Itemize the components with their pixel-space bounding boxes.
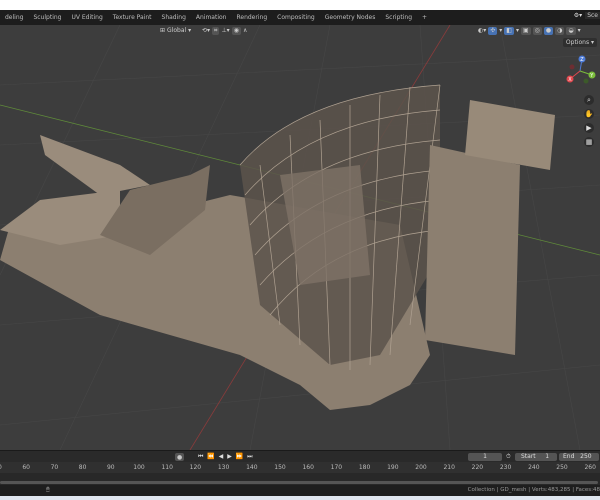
chevron-down-icon: ▾ — [499, 27, 503, 34]
timeline-scrollbar[interactable] — [0, 481, 598, 484]
ruler-tick-label: 220 — [471, 464, 484, 471]
ruler-tick-label: 180 — [358, 464, 371, 471]
ruler-tick-label: 190 — [387, 464, 399, 471]
top-margin — [0, 0, 600, 10]
current-frame-field[interactable]: 1 — [468, 453, 502, 461]
ruler-tick-label: 60 — [22, 464, 31, 471]
ruler-tick-label: 50 — [0, 464, 2, 471]
transform-orientation-dropdown[interactable]: ⊞ Global ▾ — [160, 26, 191, 35]
navigation-gizmo[interactable]: Z Y X — [564, 55, 596, 87]
ruler-tick-label: 160 — [302, 464, 314, 471]
timeline-header: ● ⏮ ⏪ ◀ ▶ ⏩ ⏭ 1 ⏱ Start 1 End 250 — [0, 450, 600, 462]
workspace-tab[interactable]: UV Editing — [66, 14, 107, 21]
start-value: 1 — [545, 453, 550, 460]
ruler-tick-label: 170 — [330, 464, 343, 471]
gizmo-z: Z — [580, 57, 584, 63]
rendered-shading[interactable]: ◒ — [566, 26, 576, 35]
scene-icon: ⚙▾ — [573, 12, 583, 19]
ruler-tick-label: 200 — [415, 464, 427, 471]
ruler-tick-label: 100 — [133, 464, 145, 471]
orientation-label: Global — [167, 27, 187, 34]
start-label: Start — [521, 453, 536, 460]
chevron-down-icon: ▾ — [515, 27, 519, 34]
viewport-header: ⊞ Global ▾ ⟲▾ ⌗ ⊥▾ ◉ ∧ ◐▾ ✣ ▾ ◧ ▾ ▣ ◎ ● ◑ ◒ ▾ — [0, 25, 600, 36]
record-button[interactable]: ● — [175, 453, 185, 461]
ruler-tick-label: 250 — [556, 464, 568, 471]
visibility-icon[interactable]: ◐▾ — [478, 27, 486, 34]
ruler-tick-label: 80 — [78, 464, 87, 471]
chevron-down-icon: ▾ — [577, 27, 581, 34]
airboat-model — [0, 84, 555, 410]
workspace-tab[interactable]: + — [417, 14, 432, 21]
scene-selector[interactable]: ⚙▾ Sce — [574, 12, 600, 19]
end-value: 250 — [580, 453, 592, 460]
start-frame-field[interactable]: Start 1 — [515, 453, 557, 461]
ruler-tick-label: 230 — [499, 464, 512, 471]
camera-icon[interactable]: ▶ — [584, 123, 594, 133]
scene-label: Sce — [585, 12, 600, 19]
end-label: End — [563, 453, 575, 460]
workspace-tab[interactable]: Scripting — [380, 14, 417, 21]
workspace-header: deling Sculpting UV Editing Texture Paint Sh… — [0, 10, 600, 25]
options-label: Options — [565, 39, 590, 46]
overlay-toggle[interactable]: ◧ — [504, 26, 514, 35]
options-button[interactable]: Options ▾ — [562, 38, 597, 47]
ruler-tick-label: 70 — [50, 464, 59, 471]
workspace-tab[interactable]: Geometry Nodes — [320, 14, 381, 21]
grid-ortho-icon[interactable]: ▦ — [584, 137, 594, 147]
workspace-tab[interactable]: Compositing — [272, 14, 320, 21]
snap-icon[interactable]: ⊥▾ — [221, 27, 229, 34]
workspace-tab[interactable]: deling — [0, 14, 28, 21]
wireframe-shading[interactable]: ◎ — [532, 26, 542, 35]
end-frame-field[interactable]: End 250 — [559, 453, 599, 461]
stopwatch-icon[interactable]: ⏱ — [506, 453, 511, 461]
status-text: Collection | GD_mesh | Verts:483,285 | F… — [467, 487, 600, 493]
gizmo-x: X — [568, 77, 572, 83]
orientation-icon: ⊞ — [160, 27, 166, 34]
ruler-tick-label: 150 — [274, 464, 286, 471]
gizmo-toggle[interactable]: ✣ — [488, 26, 498, 35]
solid-shading[interactable]: ● — [543, 26, 554, 35]
workspace-tab[interactable]: Animation — [191, 14, 232, 21]
workspace-tab[interactable]: Sculpting — [28, 14, 66, 21]
material-shading[interactable]: ◑ — [555, 26, 565, 35]
3d-viewport[interactable]: ⊞ Global ▾ ⟲▾ ⌗ ⊥▾ ◉ ∧ ◐▾ ✣ ▾ ◧ ▾ ▣ ◎ ● ◑ ◒ ▾ Options ▾… — [0, 25, 600, 450]
workspace-tab[interactable]: Texture Paint — [108, 14, 157, 21]
ruler-tick-label: 130 — [217, 464, 230, 471]
timeline-ruler[interactable]: 50 60 70 80 90 100 110 120 130 140 150 160 170 180 190… — [0, 462, 600, 473]
chevron-down-icon: ▾ — [188, 27, 192, 34]
workspace-tab[interactable]: Shading — [157, 14, 191, 21]
falloff-icon[interactable]: ∧ — [243, 27, 247, 34]
ruler-tick-label: 120 — [189, 464, 202, 471]
ruler-tick-label: 240 — [528, 464, 540, 471]
status-bar: 🖱 Collection | GD_mesh | Verts:483,285 |… — [0, 485, 600, 496]
zoom-icon[interactable]: ⌕ — [584, 95, 594, 105]
proportional-edit-toggle[interactable]: ◉ — [231, 26, 241, 35]
workspace-tab[interactable]: Rendering — [231, 14, 272, 21]
ruler-tick-label: 110 — [161, 464, 173, 471]
hand-pan-icon[interactable]: ✋ — [584, 109, 594, 119]
xray-toggle[interactable]: ▣ — [520, 26, 531, 35]
mouse-icon: 🖱 — [46, 486, 50, 493]
ruler-tick-label: 210 — [443, 464, 455, 471]
ruler-tick-label: 140 — [246, 464, 258, 471]
pivot-icon[interactable]: ⟲▾ — [202, 27, 210, 34]
bottom-margin — [0, 496, 600, 500]
snap-toggle[interactable]: ⌗ — [212, 26, 220, 35]
playback-controls[interactable]: ⏮ ⏪ ◀ ▶ ⏩ ⏭ — [198, 453, 254, 461]
viewport-scene — [0, 25, 600, 450]
ruler-tick-label: 260 — [584, 464, 596, 471]
ruler-tick-label: 90 — [106, 464, 115, 471]
